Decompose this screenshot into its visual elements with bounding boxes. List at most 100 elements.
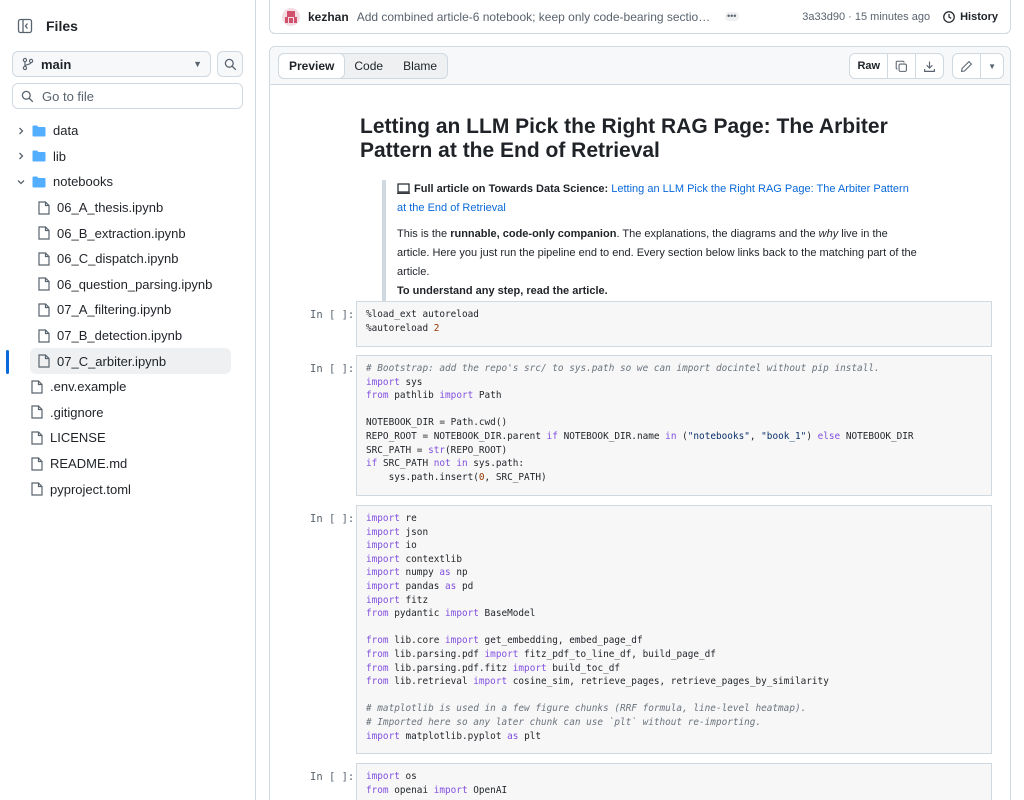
article-callout: Full article on Towards Data Science: Le…	[382, 180, 920, 301]
tree-file[interactable]: .env.example	[0, 374, 255, 400]
folder-icon	[32, 150, 46, 162]
sidebar-title: Files	[46, 18, 78, 34]
tab-preview[interactable]: Preview	[278, 53, 346, 79]
history-icon	[942, 10, 956, 24]
go-to-file-placeholder: Go to file	[42, 88, 95, 104]
search-icon	[21, 90, 34, 103]
download-raw-button[interactable]	[916, 54, 943, 78]
intro-italic: why	[818, 228, 839, 240]
history-button[interactable]: History	[942, 10, 998, 24]
intro-text-2: . The explanations, the diagrams and the	[616, 228, 819, 240]
tree-item-label: README.md	[50, 456, 128, 472]
tree-folder[interactable]: lib	[0, 144, 255, 170]
tree-file[interactable]: pyproject.toml	[0, 476, 255, 502]
tree-item-label: lib	[53, 148, 67, 164]
tab-blame[interactable]: Blame	[393, 54, 447, 78]
commit-author[interactable]: kezhan	[308, 10, 349, 24]
intro-text: This is the	[397, 228, 451, 240]
tree-file[interactable]: LICENSE	[0, 425, 255, 451]
file-icon	[31, 482, 43, 496]
chevron-right-icon[interactable]	[14, 126, 28, 136]
file-icon	[38, 252, 50, 266]
tree-file[interactable]: 06_A_thesis.ipynb	[0, 195, 255, 221]
tree-file[interactable]: 06_C_dispatch.ipynb	[0, 246, 255, 272]
callout-label: Full article on Towards Data Science:	[414, 183, 609, 195]
tree-item-label: data	[53, 123, 79, 139]
tree-item-label: 07_A_filtering.ipynb	[57, 302, 172, 318]
file-tree: data lib notebooks 06_A_thesis.ipynb 06_B_ex…	[0, 118, 255, 502]
edit-options-dropdown[interactable]: ▼	[981, 54, 1003, 78]
tree-item-label: 06_C_dispatch.ipynb	[57, 251, 179, 267]
branch-name: main	[41, 56, 72, 72]
tab-code[interactable]: Code	[344, 54, 393, 78]
tree-folder[interactable]: notebooks	[0, 169, 255, 195]
file-icon	[38, 226, 50, 240]
intro-bold: runnable, code-only companion	[450, 228, 617, 240]
markdown-cell: Letting an LLM Pick the Right RAG Page: …	[360, 115, 920, 301]
code-block: import re import json import io import c…	[356, 505, 992, 754]
tree-item-label: pyproject.toml	[50, 481, 131, 497]
sidebar-collapse-icon	[17, 18, 33, 34]
history-label: History	[960, 10, 998, 23]
file-icon	[38, 328, 50, 343]
code-block: import os from openai import OpenAI	[356, 763, 992, 800]
avatar[interactable]	[282, 7, 300, 26]
chevron-down-icon[interactable]	[14, 177, 28, 187]
tree-item-label: notebooks	[53, 174, 113, 190]
sidebar-header: Files	[12, 13, 78, 39]
tree-item-label: .env.example	[50, 379, 127, 395]
chevron-right-icon[interactable]	[14, 151, 28, 161]
file-icon	[31, 431, 43, 445]
notebook-title: Letting an LLM Pick the Right RAG Page: …	[360, 115, 888, 162]
expand-commit-message-button[interactable]: •••	[724, 12, 739, 21]
tree-folder[interactable]: data	[0, 118, 255, 144]
file-icon	[31, 456, 43, 471]
laptop-icon	[397, 183, 410, 194]
git-branch-icon	[21, 57, 35, 71]
collapse-sidebar-button[interactable]	[12, 13, 38, 39]
tree-item-label: LICENSE	[50, 430, 106, 446]
notebook-preview: Letting an LLM Pick the Right RAG Page: …	[270, 85, 1010, 800]
commit-sha-time[interactable]: 3a33d90 · 15 minutes ago	[802, 11, 930, 23]
edit-file-button[interactable]	[953, 54, 982, 78]
tree-file[interactable]: 07_B_detection.ipynb	[0, 323, 255, 349]
chevron-down-icon: ▼	[193, 59, 202, 69]
tree-file[interactable]: 06_B_extraction.ipynb	[0, 220, 255, 246]
file-icon	[38, 354, 50, 368]
viewer-header: Preview Code Blame Raw ▼	[270, 47, 1010, 85]
commit-message[interactable]: Add combined article-6 notebook; keep on…	[357, 10, 717, 24]
tree-item-label: 06_B_extraction.ipynb	[57, 225, 186, 241]
tree-item-label: 07_C_arbiter.ipynb	[57, 353, 167, 369]
triangle-down-icon: ▼	[988, 61, 996, 71]
code-block: %load_ext autoreload %autoreload 2	[356, 301, 992, 347]
file-viewer: Preview Code Blame Raw ▼ Letting an LLM …	[269, 46, 1011, 800]
code-block: # Bootstrap: add the repo's src/ to sys.…	[356, 355, 992, 496]
cell-prompt: In [ ]:	[310, 309, 355, 321]
folder-icon	[32, 176, 46, 188]
branch-selector-button[interactable]: main ▼	[12, 51, 211, 77]
latest-commit-bar: kezhan Add combined article-6 notebook; …	[269, 0, 1011, 34]
tree-file[interactable]: 06_question_parsing.ipynb	[0, 272, 255, 298]
pencil-icon	[961, 60, 973, 72]
raw-button[interactable]: Raw	[850, 54, 889, 78]
tree-file[interactable]: 07_A_filtering.ipynb	[0, 297, 255, 323]
cell-prompt: In [ ]:	[310, 771, 355, 783]
file-icon	[38, 303, 50, 317]
tree-item-label: 07_B_detection.ipynb	[57, 328, 183, 344]
tree-item-label: .gitignore	[50, 404, 104, 420]
go-to-file-input[interactable]: Go to file	[12, 83, 243, 109]
tree-item-label: 06_question_parsing.ipynb	[57, 276, 213, 292]
user-avatar-icon	[285, 10, 297, 23]
tree-file[interactable]: .gitignore	[0, 400, 255, 426]
view-mode-tabs: Preview Code Blame	[278, 53, 449, 79]
search-icon	[224, 58, 236, 70]
tree-file[interactable]: README.md	[0, 451, 255, 477]
file-icon	[38, 200, 50, 215]
copy-icon	[895, 60, 907, 72]
folder-icon	[32, 125, 46, 137]
search-files-button[interactable]	[217, 51, 243, 77]
intro-instruction: To understand any step, read the article…	[397, 285, 608, 297]
copy-raw-button[interactable]	[888, 54, 917, 78]
cell-prompt: In [ ]:	[310, 513, 355, 525]
tree-file[interactable]: 07_C_arbiter.ipynb	[30, 348, 231, 374]
